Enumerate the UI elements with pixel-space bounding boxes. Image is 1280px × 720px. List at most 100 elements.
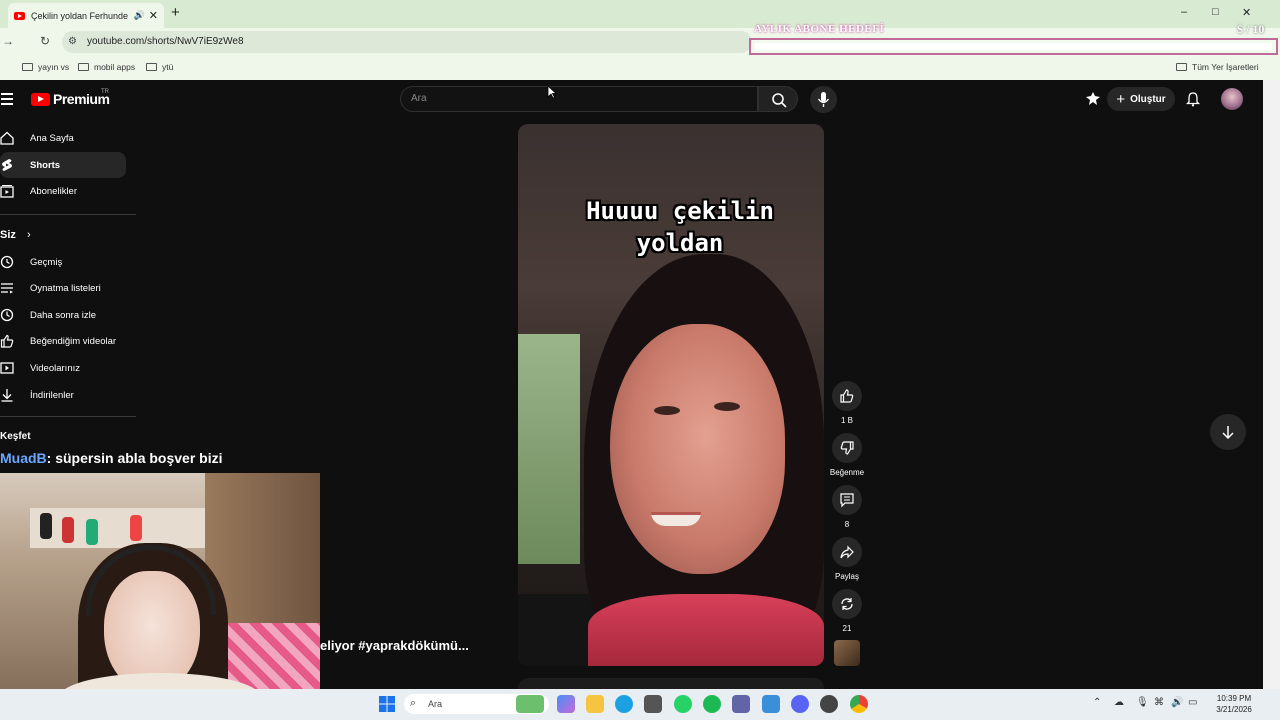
sidebar-item-history[interactable]: Geçmiş bbox=[0, 249, 126, 275]
sidebar-divider bbox=[0, 416, 136, 417]
tray-chevron-up-icon[interactable]: ⌃ bbox=[1093, 697, 1101, 708]
taskbar-clock[interactable]: 10:39 PM 3/21/2026 bbox=[1206, 693, 1262, 715]
app-icon[interactable] bbox=[762, 695, 780, 713]
sidebar-item-label: Oynatma listeleri bbox=[30, 282, 101, 294]
next-short-button[interactable] bbox=[1210, 414, 1246, 450]
toy-car bbox=[130, 515, 142, 541]
file-explorer-icon[interactable] bbox=[586, 695, 604, 713]
sidebar-item-label: Geçmiş bbox=[30, 256, 63, 268]
hamburger-menu-icon[interactable] bbox=[1, 93, 13, 105]
subscriber-goal-bar bbox=[749, 38, 1278, 55]
notifications-bell-icon[interactable] bbox=[1185, 91, 1201, 107]
sound-thumbnail[interactable] bbox=[834, 640, 860, 666]
sidebar-item-label: Videolarınız bbox=[30, 362, 80, 374]
sidebar-item-home[interactable]: Ana Sayfa bbox=[0, 125, 126, 151]
share-button[interactable] bbox=[832, 537, 862, 567]
search-input[interactable] bbox=[400, 86, 758, 112]
create-button[interactable]: + Oluştur bbox=[1107, 87, 1175, 111]
store-icon[interactable] bbox=[644, 695, 662, 713]
whatsapp-icon[interactable] bbox=[674, 695, 692, 713]
sidebar-item-label: Abonelikler bbox=[30, 185, 77, 197]
bookmark-folder-yayin[interactable]: yayın vs bbox=[22, 62, 69, 72]
dislike-button[interactable] bbox=[832, 433, 862, 463]
streamer-webcam bbox=[0, 473, 320, 720]
section-title: Siz bbox=[0, 229, 16, 241]
premium-mix-icon[interactable] bbox=[1085, 91, 1101, 107]
maximize-button[interactable]: □ bbox=[1212, 6, 1219, 18]
sidebar-item-subscriptions[interactable]: Abonelikler bbox=[0, 178, 126, 204]
bookmark-label: mobil apps bbox=[94, 62, 136, 72]
short-title[interactable]: eliyor #yaprakdökümü... bbox=[320, 638, 469, 653]
microphone-icon bbox=[817, 92, 830, 107]
sidebar-item-shorts[interactable]: Shorts bbox=[0, 152, 126, 178]
obs-icon[interactable] bbox=[820, 695, 838, 713]
stream-chat-message: MuadB: süpersin abla boşver bizi bbox=[0, 450, 223, 466]
windows-start-icon[interactable] bbox=[378, 695, 396, 713]
new-tab-button[interactable]: + bbox=[171, 4, 180, 21]
comment-icon bbox=[840, 493, 854, 508]
search-button[interactable] bbox=[758, 86, 798, 112]
sidebar-item-label: Shorts bbox=[30, 159, 61, 171]
download-icon bbox=[0, 388, 14, 402]
toy-car bbox=[62, 517, 74, 543]
sidebar-item-label: Beğendiğim videolar bbox=[30, 335, 117, 347]
subscriber-goal-label: AYLIK ABONE HEDEFİ bbox=[754, 23, 885, 35]
like-button[interactable] bbox=[832, 381, 862, 411]
spotify-icon[interactable] bbox=[703, 695, 721, 713]
search-placeholder: Ara bbox=[411, 93, 427, 104]
thumb-up-icon bbox=[840, 389, 854, 403]
mouse-cursor-icon bbox=[547, 85, 557, 99]
playlist-icon bbox=[0, 281, 14, 295]
sidebar-item-liked-videos[interactable]: Beğendiğim videolar bbox=[0, 328, 126, 354]
goal-bar-track bbox=[755, 43, 1272, 50]
copilot-icon[interactable] bbox=[557, 695, 575, 713]
edge-icon[interactable] bbox=[615, 695, 633, 713]
voice-search-button[interactable] bbox=[810, 86, 837, 113]
url-text[interactable]: youtube.com/shorts/NwV7iE9zWe8 bbox=[87, 36, 244, 47]
clock-icon bbox=[0, 308, 14, 322]
sidebar-item-playlists[interactable]: Oynatma listeleri bbox=[0, 275, 126, 301]
dislike-label: Beğenme bbox=[829, 468, 865, 477]
sidebar-item-downloads[interactable]: İndirilenler bbox=[0, 382, 126, 408]
sidebar-item-watch-later[interactable]: Daha sonra izle bbox=[0, 302, 126, 328]
youtube-premium-logo[interactable]: Premium TR bbox=[31, 89, 110, 107]
comments-button[interactable] bbox=[832, 485, 862, 515]
tray-app-icon[interactable]: ☁ bbox=[1114, 697, 1124, 708]
subscriptions-icon bbox=[0, 184, 14, 198]
folder-icon bbox=[1176, 63, 1187, 71]
chevron-right-icon: › bbox=[26, 229, 31, 241]
sidebar-section-you[interactable]: Siz › bbox=[0, 229, 31, 241]
share-icon bbox=[840, 545, 854, 559]
page-scrollbar[interactable] bbox=[1263, 80, 1280, 720]
taskbar-widget-icon[interactable] bbox=[516, 695, 544, 713]
discord-icon[interactable] bbox=[791, 695, 809, 713]
close-window-button[interactable]: ✕ bbox=[1242, 6, 1251, 19]
microphone-tray-icon[interactable]: 🎙 bbox=[1136, 697, 1149, 708]
minimize-button[interactable]: – bbox=[1181, 6, 1187, 18]
chat-text: : süpersin abla boşver bizi bbox=[46, 450, 223, 466]
network-icon[interactable]: ⌘ bbox=[1154, 697, 1164, 708]
sidebar-item-your-videos[interactable]: Videolarınız bbox=[0, 355, 126, 381]
account-avatar[interactable] bbox=[1221, 88, 1243, 110]
bookmark-folder-ytu[interactable]: ytü bbox=[146, 62, 173, 72]
all-bookmarks[interactable]: Tüm Yer İşaretleri bbox=[1176, 62, 1259, 72]
plus-icon: + bbox=[1116, 90, 1126, 108]
bookmark-label: yayın vs bbox=[38, 62, 70, 72]
browser-tab[interactable]: Çekilin yoldan Ferhunde ge 🔊 ✕ bbox=[8, 3, 164, 28]
remix-button[interactable] bbox=[832, 589, 862, 619]
chrome-icon[interactable] bbox=[850, 695, 868, 713]
volume-icon[interactable]: 🔊 bbox=[1171, 697, 1183, 708]
all-bookmarks-label: Tüm Yer İşaretleri bbox=[1192, 62, 1259, 72]
forward-icon[interactable]: → bbox=[2, 34, 14, 48]
tab-close-icon[interactable]: ✕ bbox=[149, 9, 158, 22]
video-face bbox=[610, 324, 785, 574]
tab-audio-icon[interactable]: 🔊 bbox=[134, 10, 145, 21]
clock-time: 10:39 PM bbox=[1216, 694, 1252, 703]
reload-icon[interactable]: ↻ bbox=[40, 34, 50, 48]
bookmark-label: ytü bbox=[162, 62, 174, 72]
bookmark-folder-mobil[interactable]: mobil apps bbox=[78, 62, 135, 72]
sidebar-item-label: Daha sonra izle bbox=[30, 309, 97, 321]
teams-icon[interactable] bbox=[732, 695, 750, 713]
battery-icon[interactable]: ▭ bbox=[1188, 697, 1197, 708]
site-info-icon[interactable]: ⚙ bbox=[68, 36, 77, 47]
